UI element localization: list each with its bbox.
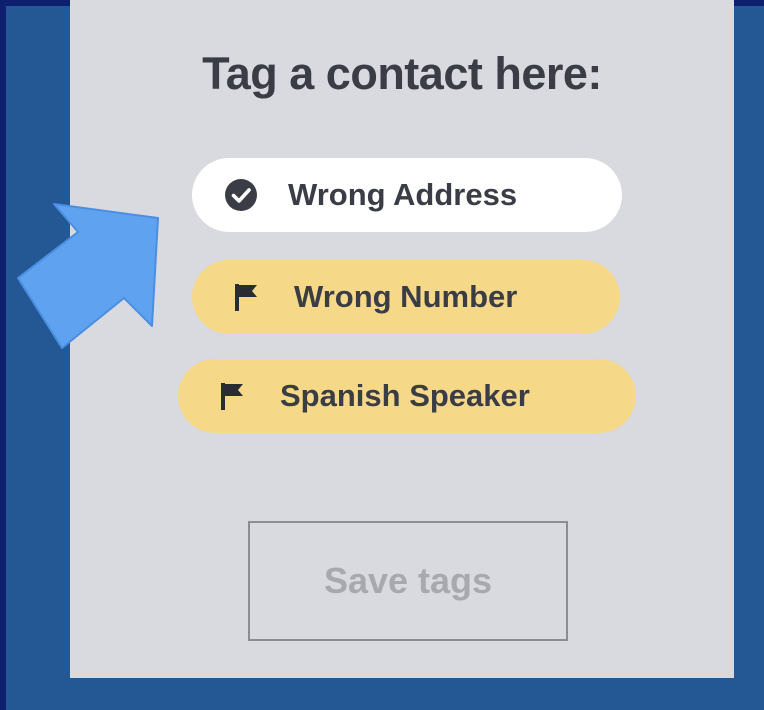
tag-wrong-number[interactable]: Wrong Number <box>192 260 620 334</box>
tag-label: Wrong Number <box>294 279 518 314</box>
tag-label: Spanish Speaker <box>280 378 530 413</box>
tag-wrong-address[interactable]: Wrong Address <box>192 158 622 232</box>
tag-spanish-speaker[interactable]: Spanish Speaker <box>178 359 636 433</box>
flag-icon <box>230 280 264 314</box>
save-tags-button[interactable]: Save tags <box>248 521 568 641</box>
tag-label: Wrong Address <box>288 177 518 212</box>
panel-title: Tag a contact here: <box>202 48 602 99</box>
tag-panel: Tag a contact here: Wrong Address Wrong … <box>70 0 734 678</box>
flag-icon <box>216 379 250 413</box>
check-circle-icon <box>224 178 258 212</box>
